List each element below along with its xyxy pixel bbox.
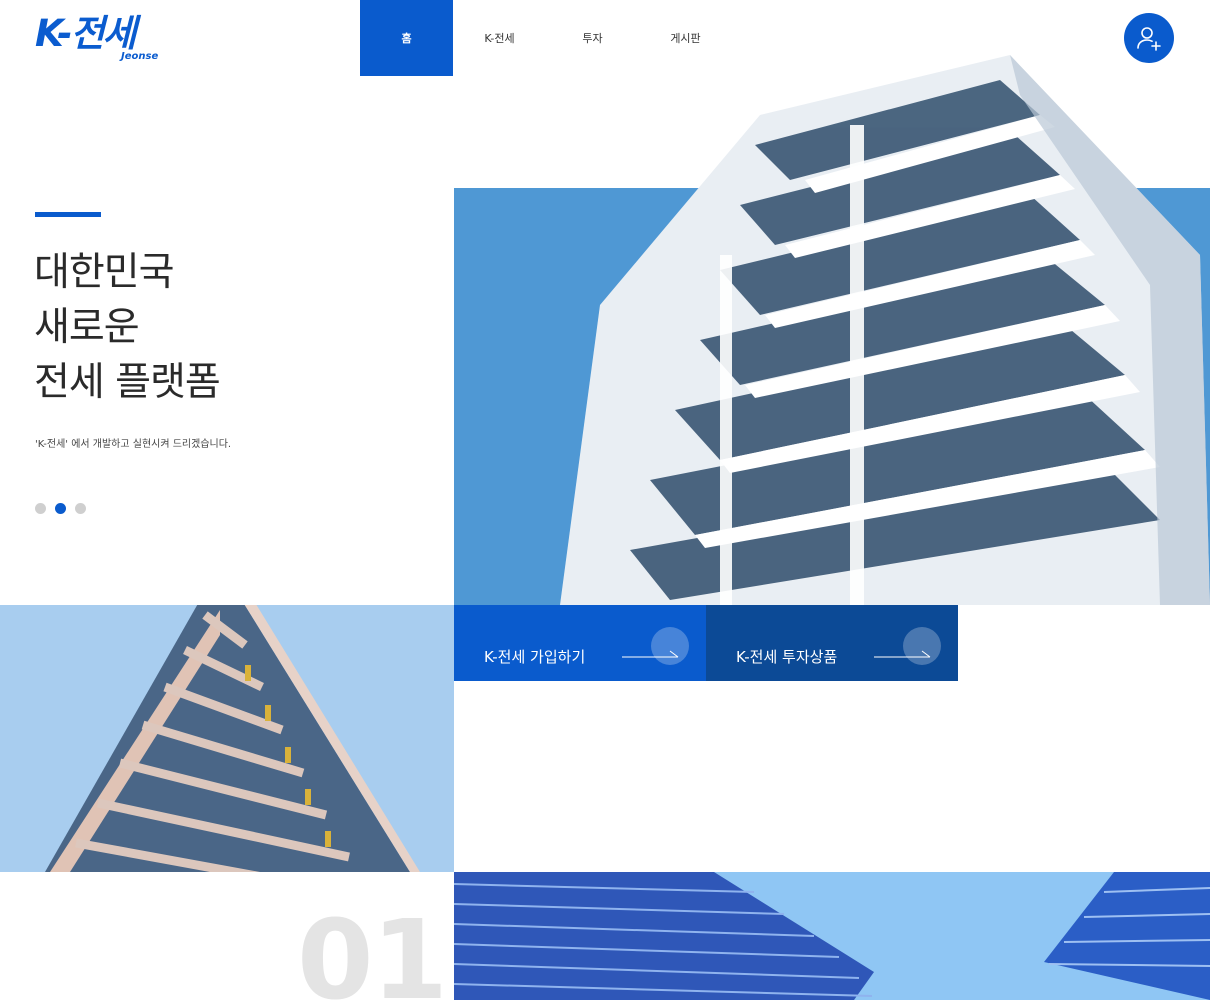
invest-button-label: K-전세 투자상품 xyxy=(736,648,838,666)
pyramid-building-image xyxy=(0,605,454,872)
logo-text: K-전세 xyxy=(35,12,137,55)
hero-title: 대한민국 새로운 전세 플랫폼 xyxy=(34,245,221,410)
slide-indicators xyxy=(35,503,86,514)
slide-dot-2[interactable] xyxy=(55,503,66,514)
user-plus-icon xyxy=(1137,27,1161,51)
hero-title-line-1: 대한민국 xyxy=(34,250,175,295)
invest-products-button[interactable]: K-전세 투자상품 xyxy=(706,605,958,681)
hero-title-line-2: 새로운 xyxy=(34,305,140,350)
logo[interactable]: K-전세 Jeonse xyxy=(35,12,175,66)
slide-dot-3[interactable] xyxy=(75,503,86,514)
accent-bar xyxy=(35,212,101,217)
glass-building-image xyxy=(454,872,1210,1000)
join-button[interactable]: K-전세 가입하기 xyxy=(454,605,706,681)
hero-subtitle: 'K-전세' 에서 개발하고 실현시켜 드리겠습니다. xyxy=(35,439,232,450)
arrow-right-icon xyxy=(622,627,689,665)
slide-dot-1[interactable] xyxy=(35,503,46,514)
hero-building-image xyxy=(560,55,1210,605)
join-button-label: K-전세 가입하기 xyxy=(484,648,586,666)
logo-subtext: Jeonse xyxy=(121,51,159,62)
arrow-right-icon xyxy=(874,627,941,665)
section-number: 01 xyxy=(297,896,448,1000)
nav-item-k-jeonse[interactable]: K-전세 xyxy=(453,0,546,76)
nav-item-home[interactable]: 홈 xyxy=(360,0,453,76)
hero-title-line-3: 전세 플랫폼 xyxy=(34,360,221,405)
